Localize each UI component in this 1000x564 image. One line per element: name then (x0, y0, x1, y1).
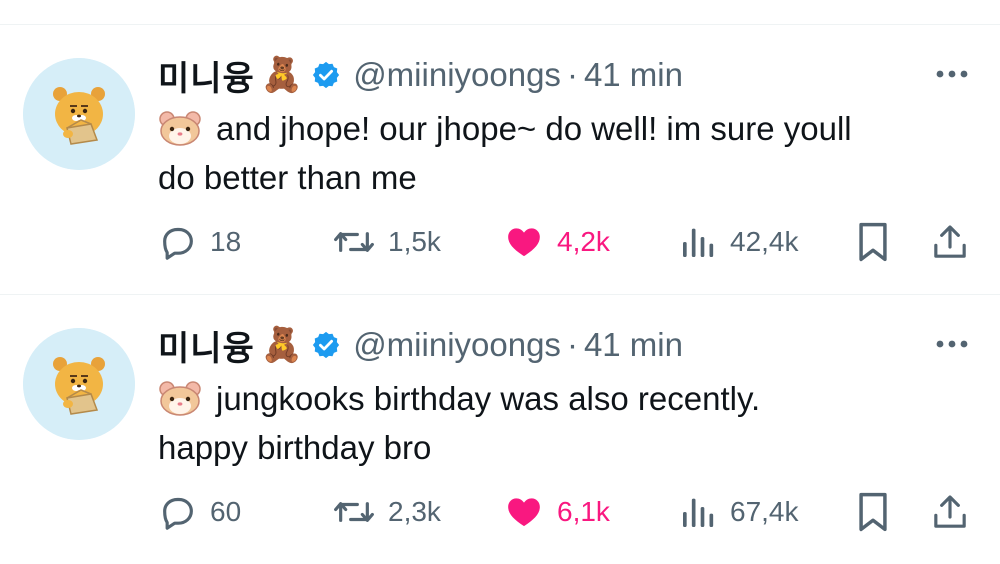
avatar[interactable] (23, 58, 135, 170)
views-count: 67,4k (730, 496, 799, 527)
bookmark-icon (859, 222, 887, 262)
reply-bubble-icon (163, 227, 193, 260)
tweet-header: 미니융 🧸 @miiniyoongs · 41 min (158, 50, 683, 100)
reply-button[interactable]: 18 (158, 218, 241, 266)
display-name[interactable]: 미니융 (158, 321, 255, 370)
verified-badge-icon[interactable] (311, 330, 341, 360)
handle[interactable]: @miiniyoongs (353, 326, 561, 364)
heart-icon (508, 228, 540, 257)
repost-arrows-icon (334, 232, 374, 252)
bookmark-icon (859, 492, 887, 532)
hamster-icon (159, 381, 201, 416)
reply-bubble-icon (163, 497, 193, 530)
share-button[interactable] (930, 218, 970, 266)
teddy-bear-emoji: 🧸 (260, 55, 304, 95)
views-button[interactable]: 42,4k (678, 218, 799, 266)
avatar[interactable] (23, 328, 135, 440)
share-upload-icon (934, 225, 966, 258)
repost-button[interactable]: 1,5k (332, 218, 441, 266)
separator-dot: · (566, 326, 578, 363)
verified-badge-icon[interactable] (311, 60, 341, 90)
views-bars-icon (683, 228, 714, 257)
tweet-text-line-1: and jhope! our jhope~ do well! im sure y… (216, 110, 852, 147)
reply-button[interactable]: 60 (158, 488, 241, 536)
share-upload-icon (934, 495, 966, 528)
ryan-avatar-icon (23, 328, 135, 440)
reply-count: 60 (210, 496, 242, 527)
reply-count: 18 (210, 226, 242, 257)
views-bars-icon (683, 498, 714, 527)
teddy-bear-emoji: 🧸 (260, 325, 304, 365)
like-button[interactable]: 4,2k (503, 218, 610, 266)
repost-count: 2,3k (388, 496, 441, 527)
views-count: 42,4k (730, 226, 799, 257)
heart-icon (508, 498, 540, 527)
timestamp[interactable]: 41 min (584, 56, 683, 94)
tweet-header: 미니융 🧸 @miiniyoongs · 41 min (158, 320, 683, 370)
ryan-avatar-icon (23, 58, 135, 170)
tweet-text-line-2: happy birthday bro (158, 429, 432, 466)
like-count: 4,2k (557, 226, 610, 257)
repost-button[interactable]: 2,3k (332, 488, 441, 536)
action-bar: 18 1,5k 4,2k 42,4k (158, 218, 978, 266)
repost-arrows-icon (334, 502, 374, 522)
timestamp[interactable]: 41 min (584, 326, 683, 364)
repost-count: 1,5k (388, 226, 441, 257)
like-button[interactable]: 6,1k (503, 488, 610, 536)
tweet-2[interactable]: 미니융 🧸 @miiniyoongs · 41 min 🐹 jungkooks … (0, 294, 1000, 564)
like-count: 6,1k (557, 496, 610, 527)
bookmark-button[interactable] (854, 488, 892, 536)
separator-dot: · (566, 56, 578, 93)
tweet-1[interactable]: 미니융 🧸 @miiniyoongs · 41 min 🐹 and jhope!… (0, 24, 1000, 294)
tweet-text-line-1: jungkooks birthday was also recently. (216, 380, 761, 417)
hamster-icon (159, 111, 201, 146)
bookmark-button[interactable] (854, 218, 892, 266)
action-bar: 60 2,3k 6,1k 67,4k (158, 488, 978, 536)
more-options-icon[interactable] (932, 332, 972, 356)
more-options-icon[interactable] (932, 62, 972, 86)
tweet-text: 🐹 and jhope! our jhope~ do well! im sure… (158, 104, 978, 202)
share-button[interactable] (930, 488, 970, 536)
handle[interactable]: @miiniyoongs (353, 56, 561, 94)
display-name[interactable]: 미니융 (158, 51, 255, 100)
views-button[interactable]: 67,4k (678, 488, 799, 536)
tweet-text: 🐹 jungkooks birthday was also recently. … (158, 374, 978, 472)
tweet-text-line-2: do better than me (158, 159, 417, 196)
